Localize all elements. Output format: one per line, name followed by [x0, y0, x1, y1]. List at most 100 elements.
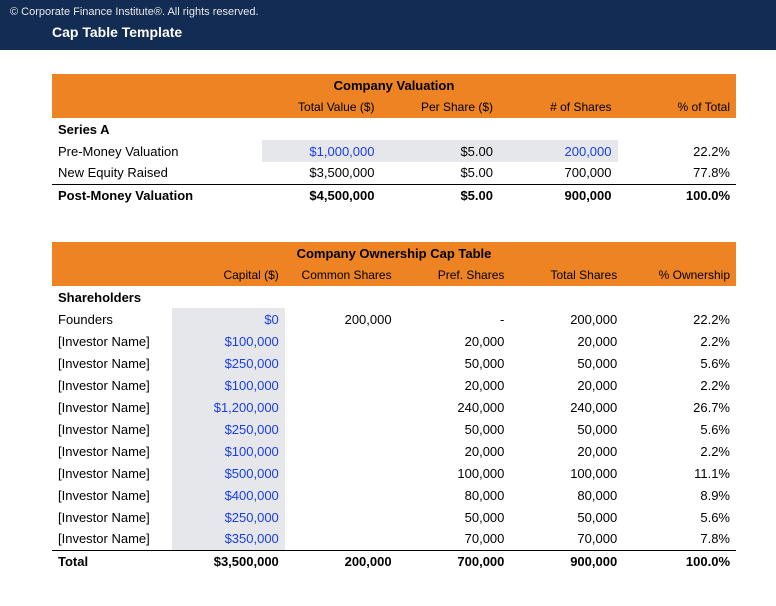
cell: 77.8% [618, 162, 737, 184]
valuation-group: Series A [52, 118, 736, 140]
cell: 200,000 [499, 140, 618, 162]
valuation-title: Company Valuation [52, 74, 736, 96]
valuation-row: New Equity Raised$3,500,000$5.00700,0007… [52, 162, 736, 184]
cell: 200,000 [285, 308, 398, 330]
captable-row: [Investor Name]$250,00050,00050,0005.6% [52, 352, 736, 374]
captable-total-total: 900,000 [510, 550, 623, 572]
cell: 50,000 [398, 418, 511, 440]
captable-title: Company Ownership Cap Table [52, 242, 736, 264]
cell: 100,000 [510, 462, 623, 484]
captable-row: [Investor Name]$1,200,000240,000240,0002… [52, 396, 736, 418]
cell: $400,000 [172, 484, 285, 506]
cell: $100,000 [172, 330, 285, 352]
valuation-table: Company Valuation Total Value ($) Per Sh… [52, 74, 736, 206]
cell [285, 484, 398, 506]
cell: 50,000 [510, 506, 623, 528]
cell: 8.9% [623, 484, 736, 506]
cell: [Investor Name] [52, 484, 172, 506]
captable-total-common: 200,000 [285, 550, 398, 572]
captable-row: [Investor Name]$250,00050,00050,0005.6% [52, 506, 736, 528]
cell: 240,000 [398, 396, 511, 418]
col-capital: Capital ($) [172, 264, 285, 286]
valuation-total-per-share: $5.00 [381, 184, 500, 206]
cell: [Investor Name] [52, 462, 172, 484]
col-common: Common Shares [285, 264, 398, 286]
cell: 50,000 [398, 352, 511, 374]
cell: $1,000,000 [262, 140, 381, 162]
cell: 700,000 [499, 162, 618, 184]
cell: $5.00 [381, 162, 500, 184]
cell: 80,000 [398, 484, 511, 506]
captable-row: [Investor Name]$500,000100,000100,00011.… [52, 462, 736, 484]
cell: $100,000 [172, 374, 285, 396]
col-per-share: Per Share ($) [381, 96, 500, 118]
cell: 200,000 [510, 308, 623, 330]
captable-row: [Investor Name]$100,00020,00020,0002.2% [52, 374, 736, 396]
cell [285, 440, 398, 462]
col-total-shares: Total Shares [510, 264, 623, 286]
cell [285, 396, 398, 418]
cell: $5.00 [381, 140, 500, 162]
valuation-total-pct: 100.0% [618, 184, 737, 206]
captable-row: [Investor Name]$100,00020,00020,0002.2% [52, 440, 736, 462]
cell: 50,000 [510, 352, 623, 374]
cell: [Investor Name] [52, 440, 172, 462]
valuation-total-total: $4,500,000 [262, 184, 381, 206]
valuation-total-shares: 900,000 [499, 184, 618, 206]
cell: 240,000 [510, 396, 623, 418]
valuation-section: Company Valuation Total Value ($) Per Sh… [52, 74, 736, 206]
captable-row: [Investor Name]$250,00050,00050,0005.6% [52, 418, 736, 440]
cell: [Investor Name] [52, 418, 172, 440]
cell: $100,000 [172, 440, 285, 462]
cell: $250,000 [172, 418, 285, 440]
captable-group: Shareholders [52, 286, 736, 308]
cell [285, 418, 398, 440]
captable-row: [Investor Name]$400,00080,00080,0008.9% [52, 484, 736, 506]
captable-row: [Investor Name]$350,00070,00070,0007.8% [52, 528, 736, 550]
cell: 22.2% [618, 140, 737, 162]
cell: 20,000 [510, 374, 623, 396]
cell: 22.2% [623, 308, 736, 330]
template-title: Cap Table Template [52, 24, 776, 40]
cell: [Investor Name] [52, 330, 172, 352]
valuation-total-label: Post-Money Valuation [52, 184, 262, 206]
cell: 20,000 [510, 440, 623, 462]
cell: 2.2% [623, 330, 736, 352]
col-total-value: Total Value ($) [262, 96, 381, 118]
cell: 50,000 [510, 418, 623, 440]
cell: $350,000 [172, 528, 285, 550]
captable-total-pref: 700,000 [398, 550, 511, 572]
cell: 11.1% [623, 462, 736, 484]
cell: 5.6% [623, 352, 736, 374]
captable-total-capital: $3,500,000 [172, 550, 285, 572]
cell: 26.7% [623, 396, 736, 418]
cell: 5.6% [623, 506, 736, 528]
cell [285, 462, 398, 484]
captable-total-pct: 100.0% [623, 550, 736, 572]
captable-row: [Investor Name]$100,00020,00020,0002.2% [52, 330, 736, 352]
cell: $250,000 [172, 506, 285, 528]
cell: Founders [52, 308, 172, 330]
cell: 5.6% [623, 418, 736, 440]
cell [285, 528, 398, 550]
cell: [Investor Name] [52, 352, 172, 374]
cell: 2.2% [623, 374, 736, 396]
cell [285, 506, 398, 528]
cell: 2.2% [623, 440, 736, 462]
cell [285, 352, 398, 374]
cell: $250,000 [172, 352, 285, 374]
cell: 20,000 [398, 330, 511, 352]
cell: 20,000 [510, 330, 623, 352]
cell: [Investor Name] [52, 506, 172, 528]
captable-total-label: Total [52, 550, 172, 572]
cell: Pre-Money Valuation [52, 140, 262, 162]
col-pref: Pref. Shares [398, 264, 511, 286]
cell: $3,500,000 [262, 162, 381, 184]
header-bar: © Corporate Finance Institute®. All righ… [0, 0, 776, 50]
col-num-shares: # of Shares [499, 96, 618, 118]
captable-row: Founders$0200,000-200,00022.2% [52, 308, 736, 330]
valuation-row: Pre-Money Valuation$1,000,000$5.00200,00… [52, 140, 736, 162]
cell: 70,000 [510, 528, 623, 550]
captable-section: Company Ownership Cap Table Capital ($) … [52, 242, 736, 572]
cell: [Investor Name] [52, 396, 172, 418]
